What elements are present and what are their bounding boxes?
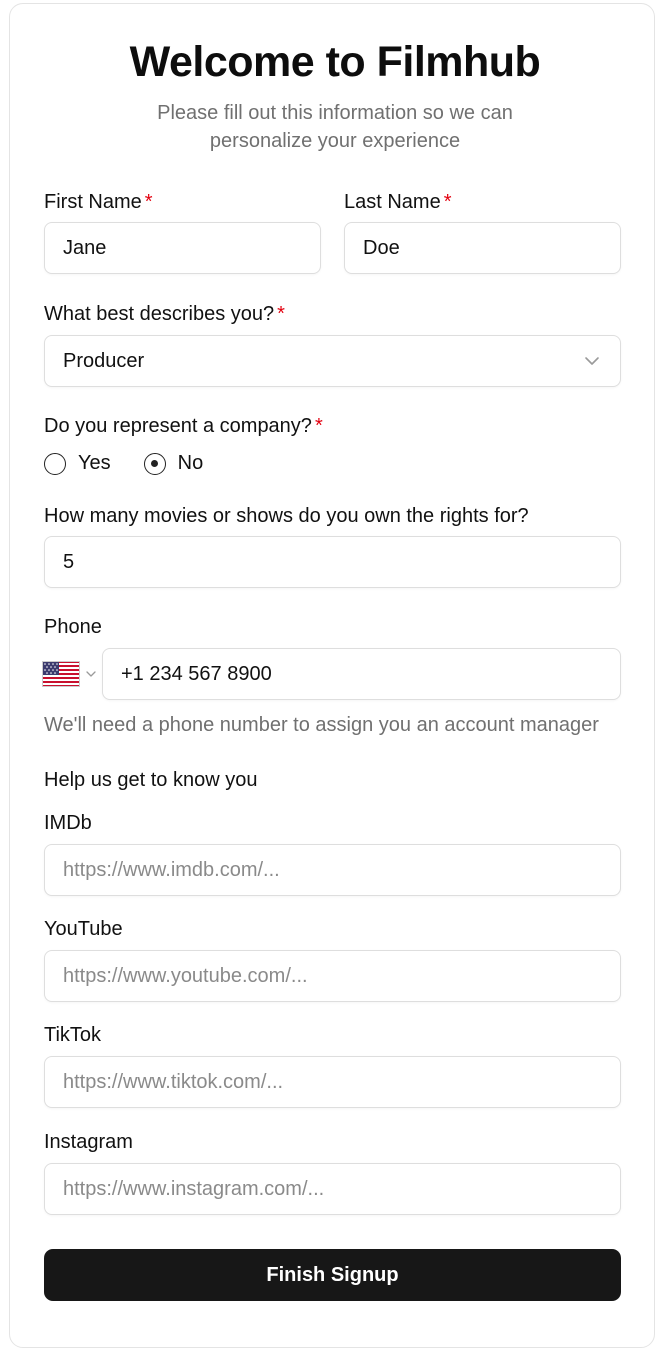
- chevron-down-icon: [585, 357, 599, 365]
- chevron-down-icon: [86, 671, 96, 677]
- last-name-value: Doe: [363, 236, 400, 259]
- imdb-placeholder: https://www.imdb.com/...: [63, 858, 280, 881]
- phone-input[interactable]: +1 234 567 8900: [102, 648, 621, 700]
- titles-owned-value: 5: [63, 550, 75, 573]
- required-marker: *: [144, 191, 153, 213]
- instagram-input[interactable]: https://www.instagram.com/...: [44, 1163, 621, 1215]
- phone-value: +1 234 567 8900: [121, 662, 272, 685]
- company-label-text: Do you represent a company?: [44, 415, 312, 437]
- youtube-placeholder: https://www.youtube.com/...: [63, 964, 308, 987]
- us-flag-icon: [42, 661, 80, 687]
- role-label: What best describes you? *: [44, 302, 285, 326]
- imdb-label: IMDb: [44, 812, 92, 834]
- company-label: Do you represent a company? *: [44, 414, 323, 438]
- first-name-label-text: First Name: [44, 191, 142, 213]
- required-marker: *: [314, 415, 323, 437]
- finish-signup-button[interactable]: Finish Signup: [44, 1249, 621, 1301]
- tiktok-placeholder: https://www.tiktok.com/...: [63, 1070, 284, 1093]
- radio-no-label[interactable]: No: [178, 452, 204, 475]
- imdb-input[interactable]: https://www.imdb.com/...: [44, 844, 621, 896]
- titles-owned-input[interactable]: 5: [44, 536, 621, 588]
- company-radio-group: Yes No: [44, 452, 203, 475]
- last-name-label-text: Last Name: [344, 191, 441, 213]
- radio-yes-label[interactable]: Yes: [78, 452, 111, 475]
- role-label-text: What best describes you?: [44, 303, 275, 325]
- role-selected-value: Producer: [63, 349, 145, 372]
- required-marker: *: [277, 303, 285, 325]
- tiktok-label: TikTok: [44, 1024, 102, 1046]
- required-marker: *: [443, 191, 452, 213]
- last-name-label: Last Name *: [344, 190, 452, 214]
- tiktok-input[interactable]: https://www.tiktok.com/...: [44, 1056, 621, 1108]
- radio-yes[interactable]: [44, 452, 66, 475]
- first-name-input[interactable]: Jane: [44, 222, 321, 274]
- subtitle-line-2: personalize your experience: [209, 130, 461, 152]
- titles-owned-label: How many movies or shows do you own the …: [44, 505, 529, 527]
- instagram-placeholder: https://www.instagram.com/...: [63, 1177, 325, 1200]
- youtube-input[interactable]: https://www.youtube.com/...: [44, 950, 621, 1002]
- page-title: Welcome to Filmhub: [129, 38, 541, 86]
- role-select[interactable]: Producer: [44, 335, 621, 387]
- first-name-label: First Name *: [44, 190, 153, 214]
- phone-helper-text: We'll need a phone number to assign you …: [44, 714, 599, 736]
- last-name-input[interactable]: Doe: [344, 222, 621, 274]
- social-section-heading: Help us get to know you: [44, 769, 258, 791]
- subtitle-line-1: Please fill out this information so we c…: [157, 102, 513, 124]
- radio-no[interactable]: [143, 452, 166, 475]
- instagram-label: Instagram: [44, 1131, 133, 1153]
- phone-label: Phone: [44, 616, 102, 638]
- country-selector[interactable]: [42, 660, 100, 688]
- first-name-value: Jane: [63, 236, 107, 259]
- page-subtitle: Please fill out this information so we c…: [0, 99, 670, 155]
- youtube-label: YouTube: [44, 918, 123, 940]
